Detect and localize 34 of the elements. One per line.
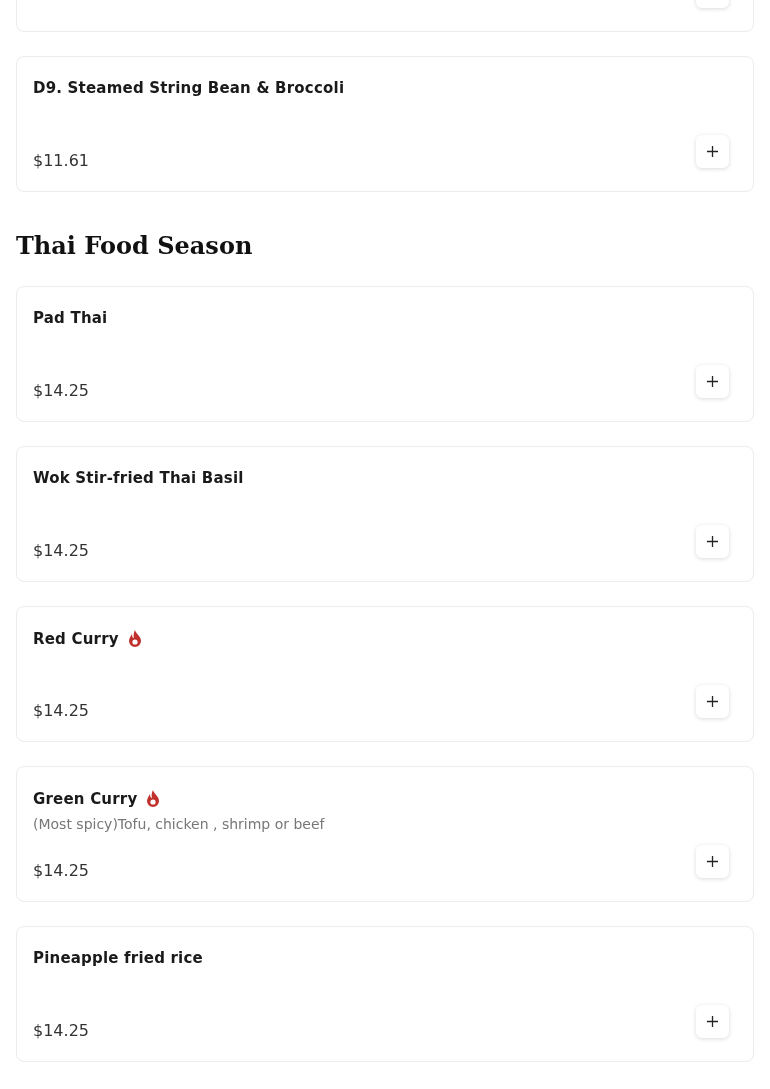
add-button[interactable] — [696, 685, 729, 718]
plus-icon — [707, 856, 718, 867]
item-name: Pad Thai — [33, 309, 108, 327]
item-description: (Most spicy)Tofu, chicken , shrimp or beef — [33, 816, 326, 832]
item-name: Pineapple fried rice — [33, 949, 203, 967]
menu-item-card[interactable]: Red Curry $14.25 — [16, 606, 754, 742]
item-name: D9. Steamed String Bean & Broccoli — [33, 79, 345, 97]
add-button[interactable] — [696, 1005, 729, 1038]
add-button[interactable] — [696, 525, 729, 558]
plus-icon — [707, 146, 718, 157]
add-button[interactable] — [696, 135, 729, 168]
section-heading: Thai Food Season — [16, 230, 254, 262]
item-name: Green Curry — [33, 789, 138, 808]
item-price: $11.61 — [33, 151, 89, 170]
flame-icon — [126, 629, 143, 648]
item-price: $14.25 — [33, 1021, 89, 1040]
item-name: Red Curry — [33, 629, 119, 648]
menu-item-card[interactable]: Wok Stir-fried Thai Basil $14.25 — [16, 446, 754, 582]
add-button[interactable] — [696, 845, 729, 878]
plus-icon — [707, 536, 718, 547]
item-price: $14.25 — [33, 701, 89, 720]
menu-item-card[interactable]: Green Curry (Most spicy)Tofu, chicken , shrimp or beef $14.25 — [16, 766, 754, 902]
plus-icon — [707, 1016, 718, 1027]
item-price: $14.25 — [33, 381, 89, 400]
plus-icon — [707, 376, 718, 387]
plus-icon — [707, 696, 718, 707]
item-price: $14.25 — [33, 861, 89, 880]
menu-item-card[interactable]: Pad Thai $14.25 — [16, 286, 754, 422]
item-name: Wok Stir-fried Thai Basil — [33, 469, 244, 487]
menu-item-card[interactable]: Pineapple fried rice $14.25 — [16, 926, 754, 1062]
menu-item-card[interactable]: D9. Steamed String Bean & Broccoli $11.61 — [16, 56, 754, 192]
flame-icon — [145, 789, 162, 808]
item-price: $14.25 — [33, 541, 89, 560]
add-button[interactable] — [696, 365, 729, 398]
